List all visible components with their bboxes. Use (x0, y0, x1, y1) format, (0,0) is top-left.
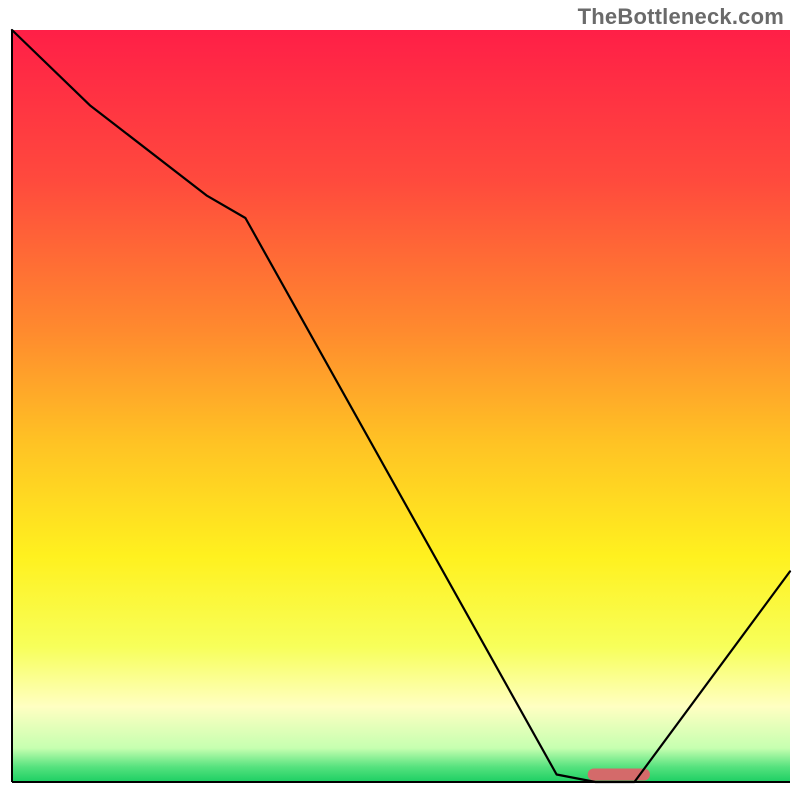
plot-background (12, 30, 790, 782)
bottleneck-chart (0, 0, 800, 800)
